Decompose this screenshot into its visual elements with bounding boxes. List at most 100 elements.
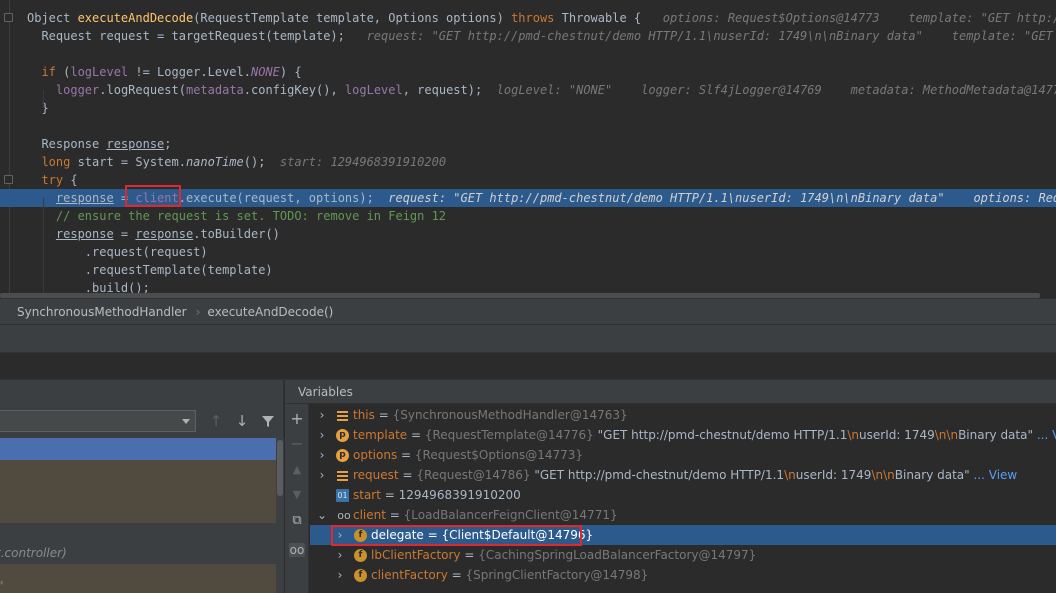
- code-token: (RequestTemplate template, Options optio…: [193, 11, 512, 25]
- frame-item-library[interactable]: [0, 460, 276, 523]
- breadcrumb: SynchronousMethodHandler › executeAndDecod…: [0, 298, 1056, 325]
- watches-toggle-icon[interactable]: oo: [285, 538, 309, 560]
- frames-scrollbar[interactable]: [276, 438, 284, 593]
- variable-reference: {SpringClientFactory@14798}: [465, 568, 649, 582]
- thread-selector-dropdown[interactable]: [0, 410, 196, 432]
- equals-sign: =: [460, 548, 479, 562]
- parameter-icon: p: [336, 449, 349, 462]
- code-line[interactable]: // ensure the request is set. TODO: remo…: [0, 207, 1056, 225]
- code-line[interactable]: [0, 117, 1056, 135]
- frame-up-icon[interactable]: ↑: [206, 410, 226, 432]
- code-token: NONE: [250, 65, 280, 79]
- add-watch-icon[interactable]: +: [285, 408, 309, 430]
- variable-row-options[interactable]: › p options = {Request$Options@14773}: [310, 445, 1056, 465]
- variable-row-this[interactable]: › this = {SynchronousMethodHandler@14763}: [310, 405, 1056, 425]
- variable-row-delegate[interactable]: › f delegate = {Client$Default@14796}: [310, 525, 1056, 545]
- code-token: client: [135, 191, 179, 205]
- code-line[interactable]: logger.logRequest(metadata.configKey(), …: [0, 81, 1056, 99]
- code-token: =: [113, 227, 136, 241]
- equals-sign: =: [380, 488, 399, 502]
- variable-text: start = 1294968391910200: [353, 485, 521, 505]
- field-icon: f: [354, 569, 367, 582]
- variable-text: options = {Request$Options@14773}: [353, 445, 583, 465]
- code-token: .requestTemplate(template): [27, 263, 273, 277]
- code-line[interactable]: [0, 45, 1056, 63]
- remove-watch-icon[interactable]: −: [285, 433, 309, 455]
- code-line-current[interactable]: response = client.execute(request, optio…: [0, 189, 1056, 207]
- code-token: logLevel: [70, 65, 129, 79]
- variable-row-start[interactable]: 01 start = 1294968391910200: [310, 485, 1056, 505]
- chevron-right-icon[interactable]: ›: [335, 525, 345, 545]
- variable-value: userId: 1749: [795, 468, 872, 482]
- breadcrumb-class[interactable]: SynchronousMethodHandler: [17, 305, 187, 319]
- variable-value: "GET http://pmd-chestnut/demo HTTP/1.1: [593, 428, 848, 442]
- code-token: .execute(request, options);: [178, 191, 389, 205]
- frame-item-label[interactable]: t.controller): [0, 546, 67, 560]
- variable-row-client[interactable]: ⌄ oo client = {LoadBalancerFeignClient@147…: [310, 505, 1056, 525]
- code-token: }: [27, 101, 49, 115]
- code-line[interactable]: Request request = targetRequest(template…: [0, 27, 1056, 45]
- breadcrumb-method[interactable]: executeAndDecode(): [207, 305, 333, 319]
- code-token: executeAndDecode: [77, 11, 194, 25]
- code-line[interactable]: }: [0, 99, 1056, 117]
- move-up-icon[interactable]: ▲: [285, 459, 309, 481]
- variable-text: template = {RequestTemplate@14776} "GET …: [353, 425, 1056, 445]
- copy-icon[interactable]: ⧉: [285, 510, 309, 532]
- variable-name: request: [353, 468, 399, 482]
- equals-sign: =: [423, 528, 442, 542]
- code-line[interactable]: try {: [0, 171, 1056, 189]
- code-token: .toBuilder(): [193, 227, 280, 241]
- filter-icon[interactable]: [258, 410, 278, 432]
- variable-reference: {LoadBalancerFeignClient@14771}: [403, 508, 618, 522]
- chevron-right-icon[interactable]: ›: [317, 405, 327, 425]
- code-line[interactable]: Response response;: [0, 135, 1056, 153]
- frame-item-library[interactable]: [0, 564, 276, 593]
- frame-item-selected[interactable]: [0, 438, 276, 460]
- chevron-right-icon[interactable]: ›: [317, 425, 327, 445]
- chevron-right-icon[interactable]: ›: [317, 445, 327, 465]
- chevron-right-icon[interactable]: ›: [317, 465, 327, 485]
- code-line[interactable]: .request(request): [0, 243, 1056, 261]
- variable-text: lbClientFactory = {CachingSpringLoadBala…: [371, 545, 756, 565]
- scrollbar-thumb[interactable]: [277, 440, 283, 496]
- chevron-down-icon[interactable]: ⌄: [317, 505, 327, 525]
- code-line[interactable]: response = response.toBuilder(): [0, 225, 1056, 243]
- code-line[interactable]: .requestTemplate(template): [0, 261, 1056, 279]
- variable-value: Binary data": [894, 468, 970, 482]
- equals-sign: =: [398, 468, 417, 482]
- indent-guide: [43, 90, 44, 108]
- move-down-icon[interactable]: ▼: [285, 484, 309, 506]
- frame-down-icon[interactable]: ↓: [232, 410, 252, 432]
- variable-row-request[interactable]: › request = {Request@14786} "GET http://p…: [310, 465, 1056, 485]
- variable-reference: {SynchronousMethodHandler@14763}: [392, 408, 628, 422]
- glasses-icon: oo: [289, 543, 305, 557]
- code-editor[interactable]: Object executeAndDecode(RequestTemplate …: [0, 0, 1056, 298]
- field-list-icon: [336, 409, 349, 422]
- code-token: nanoTime: [185, 155, 244, 169]
- variable-name: lbClientFactory: [371, 548, 461, 562]
- view-link[interactable]: ... View: [1033, 428, 1056, 442]
- code-line[interactable]: long start = System.nanoTime(); start: 1…: [0, 153, 1056, 171]
- variable-row-template[interactable]: › p template = {RequestTemplate@14776} "GE…: [310, 425, 1056, 445]
- chevron-right-icon[interactable]: ›: [335, 545, 345, 565]
- variable-row-clientfactory[interactable]: › f clientFactory = {SpringClientFactory@1…: [310, 565, 1056, 585]
- variables-tree[interactable]: › this = {SynchronousMethodHandler@14763}…: [310, 404, 1056, 593]
- frames-list[interactable]: t.controller) ": [0, 438, 284, 593]
- code-line[interactable]: Object executeAndDecode(RequestTemplate …: [0, 9, 1056, 27]
- variable-row-lbclientfactory[interactable]: › f lbClientFactory = {CachingSpringLoadBa…: [310, 545, 1056, 565]
- variables-header: Variables: [285, 380, 1056, 404]
- code-token: .configKey(),: [243, 83, 345, 97]
- code-token: start = System.: [70, 155, 186, 169]
- variable-reference: {Request$Options@14773}: [414, 448, 584, 462]
- variable-name: delegate: [371, 528, 424, 542]
- code-token: != Logger.Level.: [128, 65, 251, 79]
- parameter-icon: p: [336, 429, 349, 442]
- view-link[interactable]: ... View: [970, 468, 1018, 482]
- chevron-right-icon[interactable]: ›: [335, 565, 345, 585]
- frame-item-label[interactable]: ": [0, 579, 4, 593]
- code-line[interactable]: if (logLevel != Logger.Level.NONE) {: [0, 63, 1056, 81]
- inline-value-hint: request: "GET http://pmd-chestnut/demo H…: [366, 29, 1056, 43]
